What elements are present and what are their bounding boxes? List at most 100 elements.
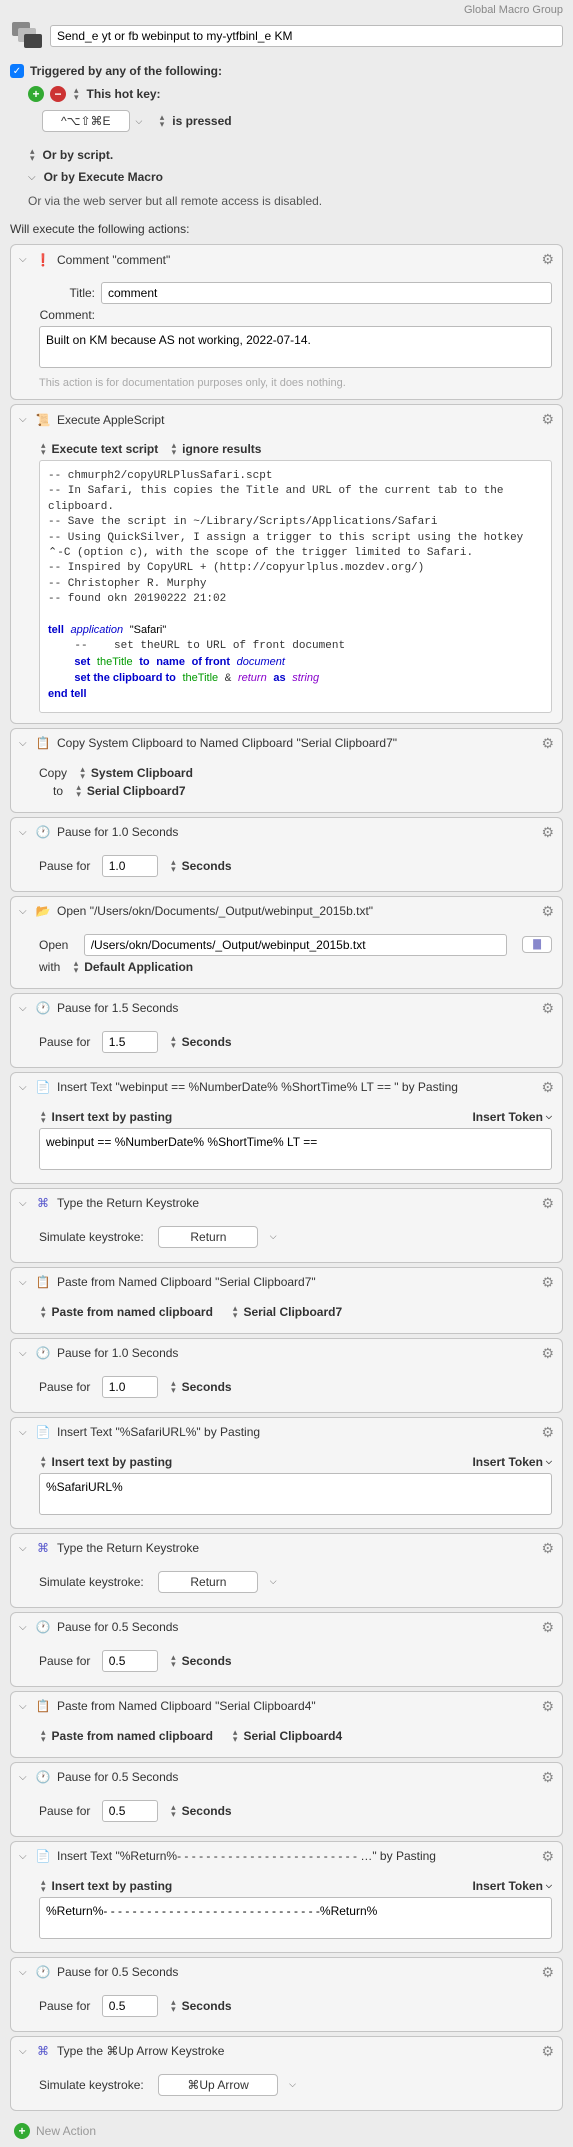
action-applescript[interactable]: ⌵ 📜 Execute AppleScript ⚙ ▴▾ Execute tex…: [10, 404, 563, 724]
gear-icon[interactable]: ⚙: [541, 1345, 554, 1362]
gear-icon[interactable]: ⚙: [541, 1079, 554, 1096]
paste-clip-stepper[interactable]: ▴▾: [233, 1305, 238, 1319]
gear-icon[interactable]: ⚙: [541, 1848, 554, 1865]
insert-method-stepper[interactable]: ▴▾: [41, 1455, 46, 1469]
action-paste-clipboard[interactable]: ⌵ 📋 Paste from Named Clipboard "Serial C…: [10, 1691, 563, 1758]
unit-stepper[interactable]: ▴▾: [171, 1654, 176, 1668]
paste-clip-popup[interactable]: Serial Clipboard4: [243, 1729, 342, 1743]
disclosure-icon[interactable]: ⌵: [19, 1967, 29, 1978]
pause-duration-input[interactable]: [102, 1031, 158, 1053]
disclosure-icon[interactable]: ⌵: [19, 1851, 29, 1862]
unit-stepper[interactable]: ▴▾: [171, 859, 176, 873]
action-keystroke[interactable]: ⌵ ⌘ Type the ⌘Up Arrow Keystroke ⚙ Simul…: [10, 2036, 563, 2111]
disclosure-icon[interactable]: ⌵: [19, 827, 29, 838]
keystroke-input[interactable]: Return: [158, 1571, 258, 1593]
insert-text-textarea[interactable]: webinput == %NumberDate% %ShortTime% LT …: [39, 1128, 552, 1170]
paste-method-stepper[interactable]: ▴▾: [41, 1729, 46, 1743]
hotkey-input[interactable]: ^⌥⇧⌘E: [42, 110, 130, 132]
copy-dest-popup[interactable]: Serial Clipboard7: [87, 784, 186, 798]
paste-clip-popup[interactable]: Serial Clipboard7: [243, 1305, 342, 1319]
script-editor[interactable]: -- chmurph2/copyURLPlusSafari.scpt -- In…: [39, 460, 552, 713]
insert-token-button[interactable]: Insert Token ⌵: [472, 1110, 552, 1124]
insert-method-popup[interactable]: Insert text by pasting: [52, 1110, 173, 1124]
gear-icon[interactable]: ⚙: [541, 411, 554, 428]
action-open[interactable]: ⌵ 📂 Open "/Users/okn/Documents/_Output/w…: [10, 896, 563, 989]
insert-text-textarea[interactable]: %Return%- - - - - - - - - - - - - - - - …: [39, 1897, 552, 1939]
disclosure-icon[interactable]: ⌵: [19, 738, 29, 749]
gear-icon[interactable]: ⚙: [541, 1769, 554, 1786]
new-action-button[interactable]: +: [14, 2123, 30, 2139]
action-insert-text[interactable]: ⌵ 📄 Insert Text "%SafariURL%" by Pasting…: [10, 1417, 563, 1529]
unit-popup[interactable]: Seconds: [182, 1999, 232, 2013]
disclosure-icon[interactable]: ⌵: [19, 1772, 29, 1783]
unit-popup[interactable]: Seconds: [182, 1654, 232, 1668]
script-trigger-stepper[interactable]: ▴▾: [30, 148, 35, 162]
disclosure-icon[interactable]: ⌵: [19, 1277, 29, 1288]
unit-stepper[interactable]: ▴▾: [171, 1999, 176, 2013]
gear-icon[interactable]: ⚙: [541, 1424, 554, 1441]
insert-method-popup[interactable]: Insert text by pasting: [52, 1879, 173, 1893]
comment-title-input[interactable]: [101, 282, 552, 304]
copy-source-stepper[interactable]: ▴▾: [80, 766, 85, 780]
comment-textarea[interactable]: Built on KM because AS not working, 2022…: [39, 326, 552, 368]
add-trigger-button[interactable]: +: [28, 86, 44, 102]
gear-icon[interactable]: ⚙: [541, 1619, 554, 1636]
action-pause[interactable]: ⌵ 🕐 Pause for 1.0 Seconds ⚙ Pause for ▴▾…: [10, 817, 563, 892]
unit-stepper[interactable]: ▴▾: [171, 1804, 176, 1818]
execute-text-script-popup[interactable]: Execute text script: [52, 442, 159, 456]
copy-source-popup[interactable]: System Clipboard: [91, 766, 193, 780]
keystroke-input[interactable]: ⌘Up Arrow: [158, 2074, 277, 2096]
insert-method-stepper[interactable]: ▴▾: [41, 1879, 46, 1893]
disclosure-icon[interactable]: ⌵: [19, 1427, 29, 1438]
keystroke-dropdown[interactable]: ⌵: [270, 1576, 277, 1587]
gear-icon[interactable]: ⚙: [541, 824, 554, 841]
disclosure-icon[interactable]: ⌵: [19, 906, 29, 917]
keystroke-dropdown[interactable]: ⌵: [270, 1231, 277, 1242]
action-comment[interactable]: ⌵ ❗ Comment "comment" ⚙ Title: Comment: …: [10, 244, 563, 400]
paste-clip-stepper[interactable]: ▴▾: [233, 1729, 238, 1743]
keystroke-dropdown[interactable]: ⌵: [289, 2079, 296, 2090]
copy-dest-stepper[interactable]: ▴▾: [76, 784, 81, 798]
hotkey-modifier-dropdown[interactable]: ⌵: [136, 116, 143, 127]
paste-method-popup[interactable]: Paste from named clipboard: [52, 1305, 213, 1319]
pause-duration-input[interactable]: [102, 855, 158, 877]
action-pause[interactable]: ⌵ 🕐 Pause for 1.5 Seconds ⚙ Pause for ▴▾…: [10, 993, 563, 1068]
action-pause[interactable]: ⌵ 🕐 Pause for 1.0 Seconds ⚙ Pause for ▴▾…: [10, 1338, 563, 1413]
gear-icon[interactable]: ⚙: [541, 1964, 554, 1981]
triggered-checkbox[interactable]: ✓: [10, 64, 24, 78]
disclosure-icon[interactable]: ⌵: [19, 1082, 29, 1093]
unit-popup[interactable]: Seconds: [182, 1035, 232, 1049]
disclosure-icon[interactable]: ⌵: [19, 1198, 29, 1209]
disclosure-icon[interactable]: ⌵: [19, 1348, 29, 1359]
disclosure-icon[interactable]: ⌵: [19, 1701, 29, 1712]
unit-popup[interactable]: Seconds: [182, 859, 232, 873]
unit-popup[interactable]: Seconds: [182, 1380, 232, 1394]
gear-icon[interactable]: ⚙: [541, 1274, 554, 1291]
open-path-input[interactable]: [84, 934, 507, 956]
paste-method-popup[interactable]: Paste from named clipboard: [52, 1729, 213, 1743]
disclosure-icon[interactable]: ⌵: [19, 414, 29, 425]
gear-icon[interactable]: ⚙: [541, 1195, 554, 1212]
insert-method-popup[interactable]: Insert text by pasting: [52, 1455, 173, 1469]
unit-popup[interactable]: Seconds: [182, 1804, 232, 1818]
keystroke-input[interactable]: Return: [158, 1226, 258, 1248]
gear-icon[interactable]: ⚙: [541, 251, 554, 268]
action-pause[interactable]: ⌵ 🕐 Pause for 0.5 Seconds ⚙ Pause for ▴▾…: [10, 1612, 563, 1687]
trigger-type-stepper[interactable]: ▴▾: [74, 87, 79, 101]
disclosure-icon[interactable]: ⌵: [19, 1622, 29, 1633]
paste-method-stepper[interactable]: ▴▾: [41, 1305, 46, 1319]
gear-icon[interactable]: ⚙: [541, 903, 554, 920]
disclosure-icon[interactable]: ⌵: [19, 1543, 29, 1554]
insert-method-stepper[interactable]: ▴▾: [41, 1110, 46, 1124]
with-app-popup[interactable]: Default Application: [84, 960, 193, 974]
remove-trigger-button[interactable]: −: [50, 86, 66, 102]
insert-token-button[interactable]: Insert Token ⌵: [472, 1879, 552, 1893]
pause-duration-input[interactable]: [102, 1995, 158, 2017]
action-paste-clipboard[interactable]: ⌵ 📋 Paste from Named Clipboard "Serial C…: [10, 1267, 563, 1334]
ignore-results-popup[interactable]: ignore results: [182, 442, 261, 456]
macro-name-input[interactable]: [50, 25, 563, 47]
action-insert-text[interactable]: ⌵ 📄 Insert Text "webinput == %NumberDate…: [10, 1072, 563, 1184]
action-keystroke[interactable]: ⌵ ⌘ Type the Return Keystroke ⚙ Simulate…: [10, 1533, 563, 1608]
action-pause[interactable]: ⌵ 🕐 Pause for 0.5 Seconds ⚙ Pause for ▴▾…: [10, 1957, 563, 2032]
execute-macro-disclosure[interactable]: ⌵: [28, 172, 36, 183]
